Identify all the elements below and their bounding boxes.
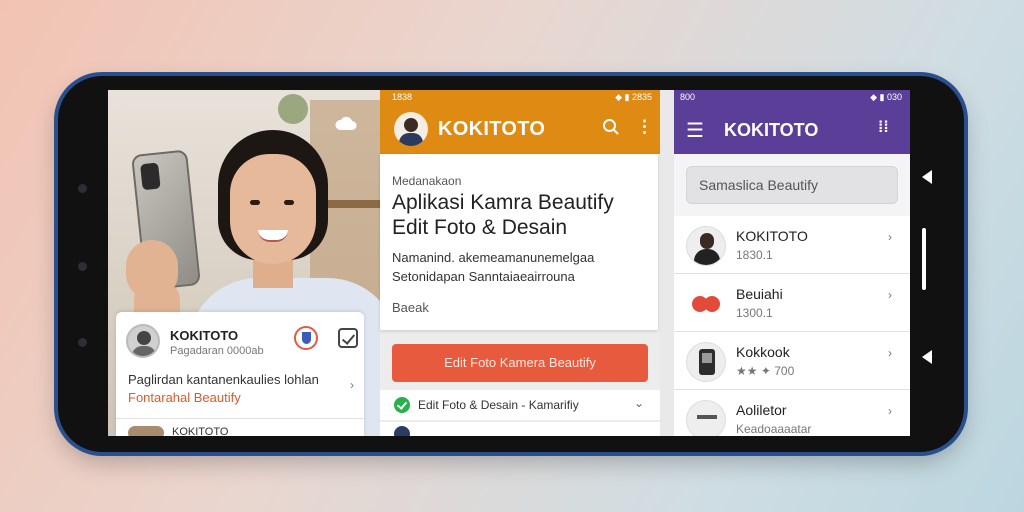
app-bar: KOKITOTO ⋮ <box>380 104 660 154</box>
chevron-right-icon[interactable]: › <box>888 346 892 360</box>
avatar[interactable] <box>394 112 428 146</box>
avatar <box>128 426 164 436</box>
person-eye <box>250 200 260 205</box>
person-icon <box>686 226 726 266</box>
app-bar: ☰ KOKITOTO ⁞⁞ <box>674 104 910 154</box>
person-eye <box>284 200 294 205</box>
more-icon[interactable]: ⁞⁞ <box>878 119 889 137</box>
status-icons: ◆ ▮ 2835 <box>615 92 652 102</box>
list-item[interactable]: Edit Foto & Desain - Kamarifiy ⌄ <box>380 390 660 420</box>
app-panel-orange: 1838 ◆ ▮ 2835 KOKITOTO ⋮ Medanakaon Apli… <box>380 90 660 436</box>
screen: KOKITOTO Pagadaran 0000ab Paglirdan kant… <box>108 90 910 436</box>
profile-name: KOKITOTO <box>170 328 239 343</box>
background-plant <box>278 94 308 124</box>
list-item[interactable]: KOKITOTO 1830.1 › <box>674 216 910 274</box>
status-time: 1838 <box>392 92 413 102</box>
avatar <box>126 324 160 358</box>
camera-dot <box>78 338 87 347</box>
chevron-right-icon[interactable]: › <box>888 288 892 302</box>
card-footer: Baeak <box>392 300 429 315</box>
cloud-icon[interactable] <box>334 114 358 134</box>
status-icons: ◆ ▮ 030 <box>870 92 902 102</box>
profile-card[interactable]: KOKITOTO Pagadaran 0000ab Paglirdan kant… <box>116 312 364 436</box>
list-item[interactable]: Beuiahi 1300.1 › <box>674 274 910 332</box>
list-item-name: Kokkook <box>736 344 790 360</box>
search-icon[interactable] <box>602 118 620 136</box>
card-description: Namanind. akemeamanunemelgaa Setonidapan… <box>392 250 595 284</box>
status-time: 800 <box>680 92 696 102</box>
divider <box>116 418 364 419</box>
photo-panel: KOKITOTO Pagadaran 0000ab Paglirdan kant… <box>108 90 380 436</box>
list-item[interactable] <box>380 422 660 436</box>
result-list: KOKITOTO 1830.1 › Beuiahi 1300.1 › Kokko… <box>674 216 910 436</box>
chevron-right-icon[interactable]: › <box>350 378 354 392</box>
person-hand <box>126 240 178 300</box>
list-item-meta: Keadoaaaatar <box>736 422 812 436</box>
more-vert-icon[interactable]: ⋮ <box>636 117 653 137</box>
search-input[interactable]: Samaslica Beautify <box>686 166 898 204</box>
list-item-name: Aoliletor <box>736 402 787 418</box>
phone-icon <box>686 342 726 382</box>
person-face <box>230 154 316 264</box>
heart-icon <box>686 284 726 324</box>
menu-icon[interactable]: ☰ <box>686 118 704 143</box>
chevron-down-icon[interactable]: ⌄ <box>634 396 644 410</box>
home-bar[interactable] <box>922 228 926 290</box>
list-item-meta: 1830.1 <box>736 248 773 262</box>
card-heading: Aplikasi Kamra Beautify Edit Foto & Desa… <box>392 191 614 239</box>
camera-dot <box>78 184 87 193</box>
list-item-meta: ★★ ✦ 700 <box>736 364 795 378</box>
chevron-right-icon[interactable]: › <box>888 230 892 244</box>
check-square-icon[interactable] <box>338 328 358 348</box>
card-kicker: Medanakaon <box>392 174 462 188</box>
list-item-name: Beuiahi <box>736 286 783 302</box>
edit-photo-button[interactable]: Edit Foto Kamera Beautify <box>392 344 648 382</box>
back-arrow-icon[interactable] <box>922 350 932 364</box>
app-icon <box>686 400 726 436</box>
check-circle-icon <box>394 397 410 413</box>
card-description: Paglirdan kantanenkaulies lohlan <box>128 372 319 387</box>
list-item-label: Edit Foto & Desain - Kamarifiy <box>418 398 579 412</box>
status-bar: 1838 ◆ ▮ 2835 <box>380 90 660 104</box>
app-title: KOKITOTO <box>438 118 546 140</box>
profile-subtitle: Pagadaran 0000ab <box>170 345 264 357</box>
card-link[interactable]: Fontarahal Beautify <box>128 390 241 405</box>
back-arrow-icon[interactable] <box>922 170 932 184</box>
list-item[interactable]: Aoliletor Keadoaaaatar › <box>674 390 910 436</box>
app-panel-purple: 800 ◆ ▮ 030 ☰ KOKITOTO ⁞⁞ Samaslica Beau… <box>674 90 910 436</box>
app-title: KOKITOTO <box>724 120 819 140</box>
list-item-meta: 1300.1 <box>736 306 773 320</box>
next-item-label: KOKITOTO <box>172 426 229 436</box>
shield-icon[interactable] <box>294 326 318 350</box>
list-item-name: KOKITOTO <box>736 228 808 244</box>
camera-dot <box>78 262 87 271</box>
camera-lens <box>140 162 161 191</box>
info-card: Medanakaon Aplikasi Kamra Beautify Edit … <box>380 154 658 330</box>
list-item[interactable]: Kokkook ★★ ✦ 700 › <box>674 332 910 390</box>
avatar <box>394 426 410 436</box>
chevron-right-icon[interactable]: › <box>888 404 892 418</box>
phone-frame: KOKITOTO Pagadaran 0000ab Paglirdan kant… <box>58 76 964 452</box>
status-bar: 800 ◆ ▮ 030 <box>674 90 910 104</box>
